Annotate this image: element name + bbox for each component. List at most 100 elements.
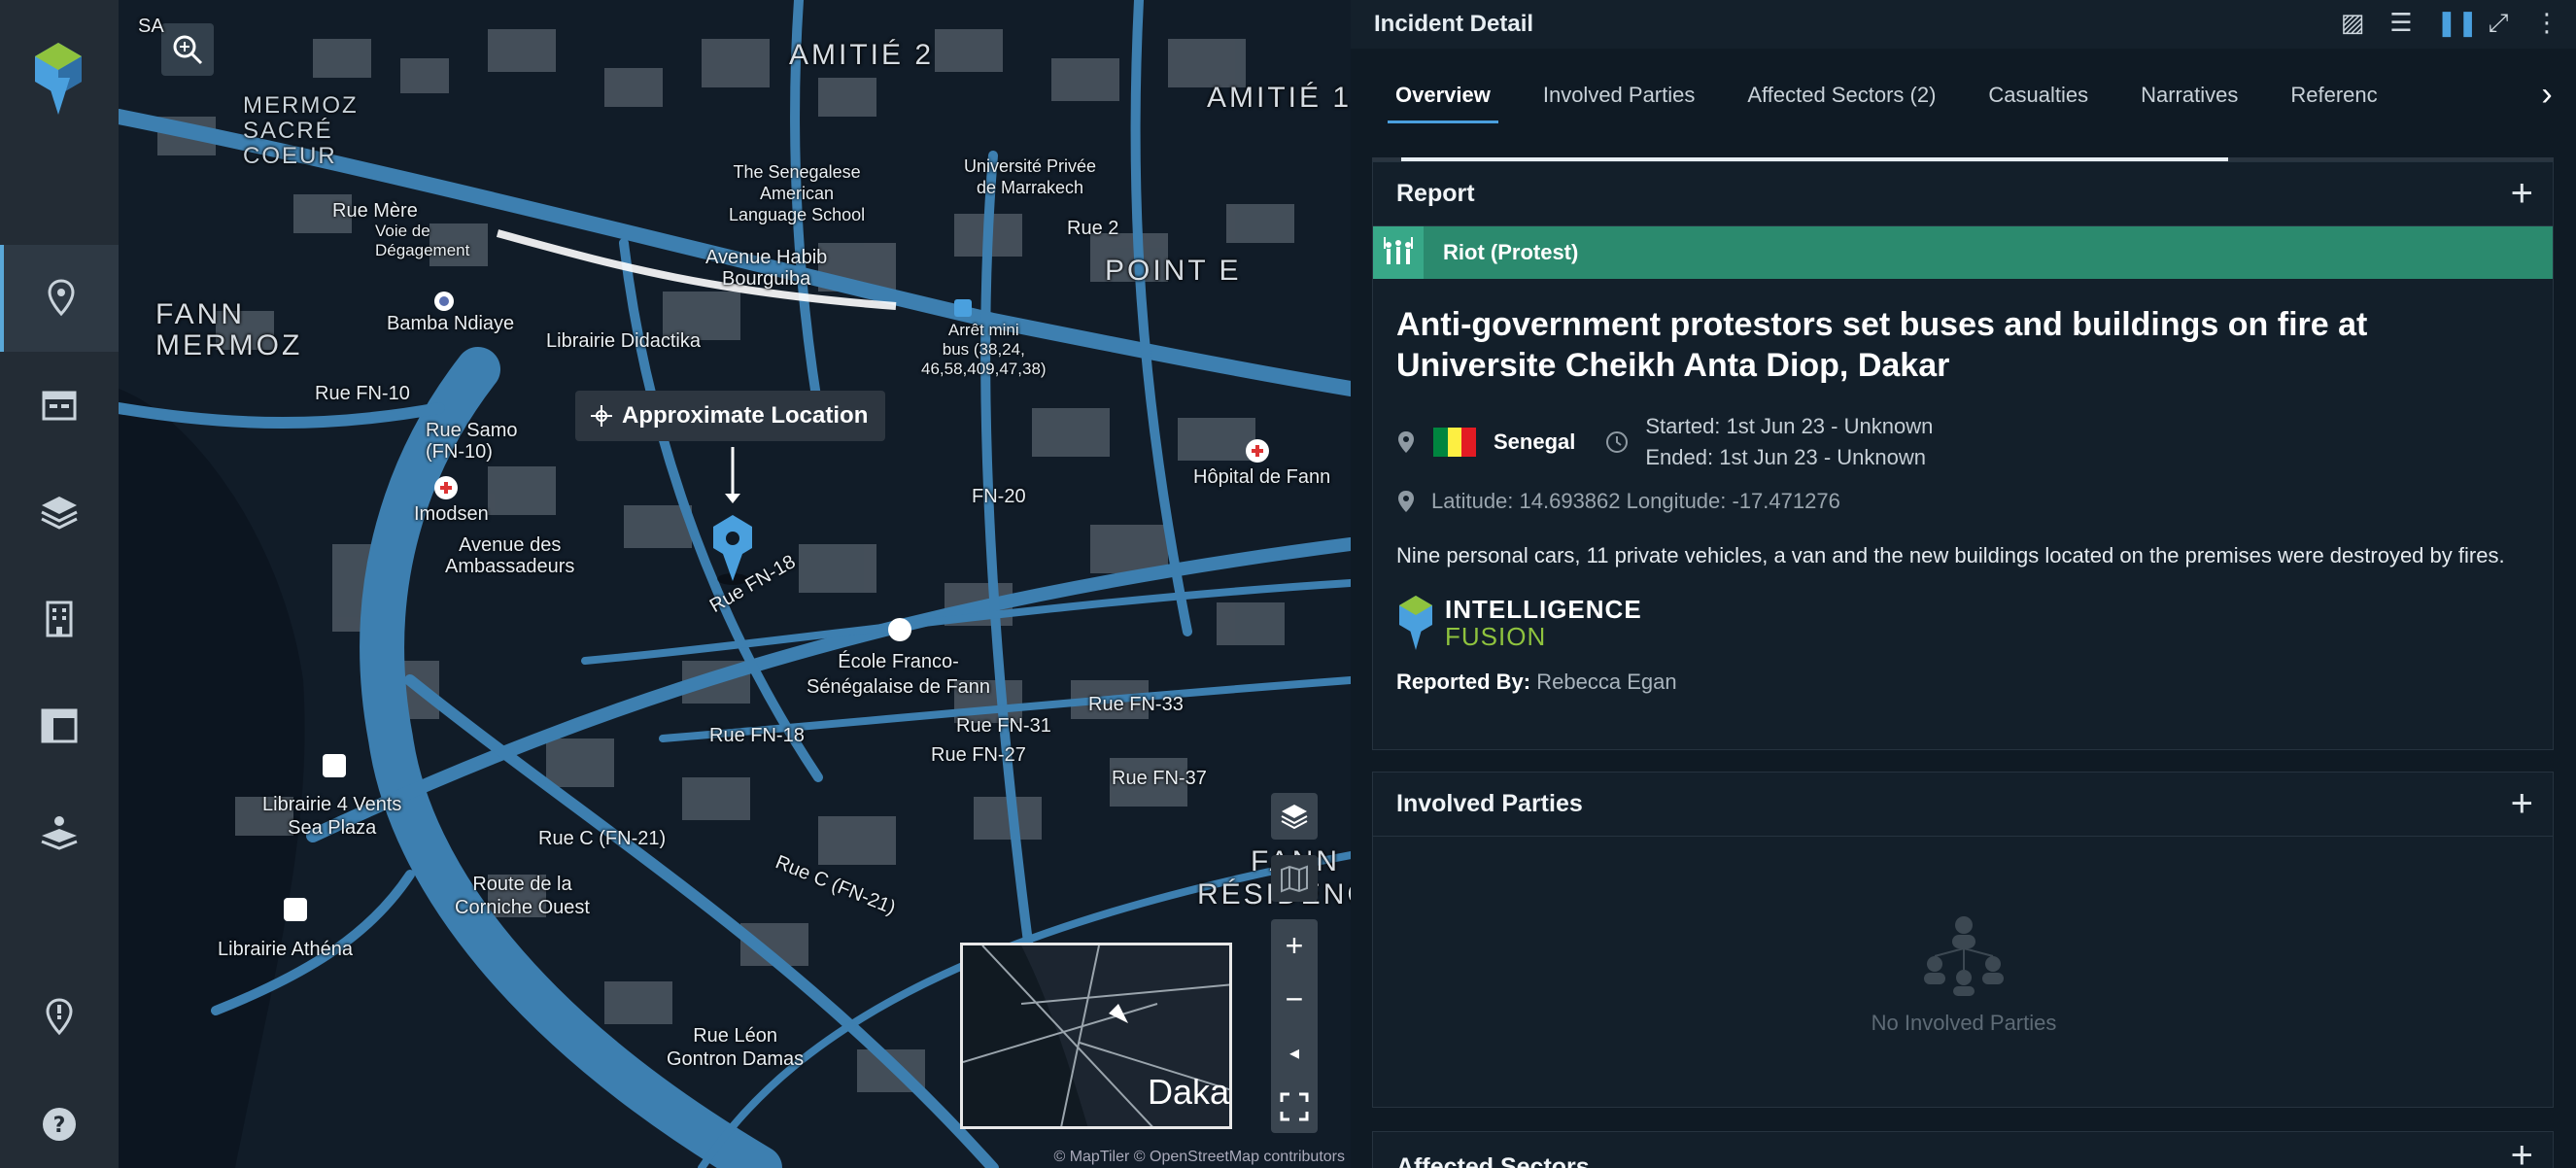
map-label: Université Privée de Marrakech [964, 156, 1097, 197]
protest-icon [1373, 226, 1424, 279]
help-icon: ? [43, 1108, 76, 1141]
chevron-right-icon[interactable]: › [2529, 76, 2564, 115]
map-attribution[interactable]: © MapTiler © OpenStreetMap contributors [1053, 1149, 1345, 1166]
fullscreen-button[interactable] [1271, 1080, 1318, 1133]
intelligence-fusion-logo [1399, 596, 1432, 650]
tab-narratives[interactable]: Narratives [2119, 65, 2259, 125]
network-people-icon [1924, 916, 2004, 996]
map-label: Librairie Didactika [546, 330, 701, 352]
add-report-button[interactable]: + [2511, 172, 2533, 216]
map-view[interactable]: SA MERMOZ SACRÉ COEUR AMITIÉ 2 AMITIÉ 1 … [119, 0, 1351, 1168]
location-pin-icon [1398, 491, 1414, 512]
add-involved-party-button[interactable]: + [2511, 782, 2533, 826]
map-label: Hôpital de Fann [1193, 466, 1331, 488]
ended-date: Ended: 1st Jun 23 - Unknown [1645, 445, 1926, 469]
location-pin-icon [1398, 431, 1414, 453]
map-label: Avenue des Ambassadeurs [445, 534, 575, 577]
map-icon [1281, 865, 1308, 893]
reported-by: Reported By: Rebecca Egan [1396, 670, 2553, 695]
sidebar-item-help[interactable]: ? [0, 1071, 119, 1168]
sidebar-item-alerts[interactable] [0, 964, 119, 1071]
map-label: MERMOZ SACRÉ COEUR [243, 92, 359, 169]
incident-meta: Senegal Started: 1st Jun 23 - Unknown En… [1396, 411, 2553, 473]
stacked-layers-pin-icon [41, 816, 78, 850]
section-title: Report [1396, 180, 1475, 207]
fullscreen-icon [1280, 1092, 1309, 1120]
zoom-out-button[interactable]: − [1271, 973, 1318, 1026]
approximate-location-tooltip: Approximate Location [575, 391, 886, 441]
map-label: The Senegalese American Language School [729, 162, 866, 224]
map-label: Avenue Habib Bourguiba [705, 247, 828, 290]
empty-state-text: No Involved Parties [1871, 1011, 2057, 1035]
reported-by-label: Reported By: [1396, 670, 1531, 694]
involved-parties-header: Involved Parties + [1373, 773, 2553, 837]
source-name-line1: INTELLIGENCE [1445, 595, 1642, 624]
section-title: Involved Parties [1396, 790, 1583, 817]
map-label: Rue 2 [1067, 218, 1119, 239]
sidebar-item-layers[interactable] [0, 459, 119, 566]
tab-bar: Overview Involved Parties Affected Secto… [1351, 60, 2576, 130]
affected-sectors-card: Affected Sectors + [1372, 1131, 2554, 1168]
map-label: Voie de Dégagement [375, 222, 470, 259]
clock-icon [1606, 431, 1629, 453]
compass-button[interactable]: ◂ [1271, 1026, 1318, 1080]
left-sidebar: ? [0, 0, 119, 1168]
empty-state: No Involved Parties [1373, 837, 2555, 1109]
map-label: Rue Léon Gontron Damas [667, 1025, 805, 1070]
tab-overview[interactable]: Overview [1374, 65, 1512, 125]
map-label: Rue FN-31 [956, 715, 1051, 737]
minimap-label: Daka [1147, 1072, 1229, 1112]
senegal-flag-icon [1433, 428, 1477, 457]
svg-text:?: ? [53, 1114, 66, 1138]
sidebar-item-dashboard[interactable] [0, 672, 119, 779]
more-icon[interactable]: ⋮ [2533, 10, 2560, 35]
source-name-line2: FUSION [1445, 622, 1547, 651]
minimap[interactable]: Daka [960, 943, 1232, 1129]
sidebar-item-stacked-layers[interactable] [0, 779, 119, 886]
columns-icon[interactable]: ❚❚ [2436, 10, 2479, 35]
calendar-icon [42, 391, 77, 421]
rows-icon[interactable]: ☰ [2387, 10, 2415, 35]
zoom-in-button[interactable]: + [1271, 919, 1318, 973]
tab-casualties[interactable]: Casualties [1967, 65, 2110, 125]
map-label: POINT E [1105, 255, 1242, 287]
map-search-button[interactable] [161, 23, 214, 76]
map-label: FANN MERMOZ [155, 298, 303, 361]
map-label: SA [138, 16, 164, 37]
coordinates-row: Latitude: 14.693862 Longitude: -17.47127… [1396, 489, 2553, 514]
involved-parties-card: Involved Parties + No Involved Parties [1372, 772, 2554, 1108]
incident-detail-panel: Incident Detail ▨ ☰ ❚❚ ⤢ ⋮ Overview Invo… [1351, 0, 2576, 1168]
report-section-header: Report + [1373, 162, 2553, 226]
country-name: Senegal [1494, 429, 1576, 454]
tooltip-text: Approximate Location [622, 402, 869, 429]
map-label: Rue FN-10 [315, 383, 410, 404]
affected-sectors-header: Affected Sectors + [1373, 1132, 2553, 1168]
incident-description: Nine personal cars, 11 private vehicles,… [1396, 543, 2505, 567]
map-style-button[interactable] [1271, 855, 1318, 902]
map-label: Rue FN-27 [931, 744, 1026, 766]
coordinates: Latitude: 14.693862 Longitude: -17.47127… [1431, 489, 1840, 513]
image-icon[interactable]: ▨ [2339, 10, 2366, 35]
intelligence-fusion-logo[interactable] [29, 39, 87, 117]
map-label: Rue Samo (FN-10) [426, 420, 518, 463]
map-label: Rue C (FN-21) [538, 828, 667, 849]
started-date: Started: 1st Jun 23 - Unknown [1645, 414, 1934, 438]
sidebar-item-buildings[interactable] [0, 566, 119, 672]
expand-icon[interactable]: ⤢ [2485, 10, 2512, 35]
tab-references[interactable]: Referenc [2269, 65, 2398, 125]
tab-affected-sectors[interactable]: Affected Sectors (2) [1726, 65, 1957, 125]
tab-involved-parties[interactable]: Involved Parties [1522, 65, 1717, 125]
map-label: Librairie Athéna [218, 939, 353, 960]
sidebar-item-calendar[interactable] [0, 352, 119, 459]
category-label: Riot (Protest) [1443, 240, 1579, 264]
sidebar-item-map[interactable] [0, 245, 119, 352]
map-label: AMITIÉ 1 [1207, 82, 1351, 114]
section-title: Affected Sectors [1396, 1153, 1590, 1168]
dashboard-icon [41, 708, 78, 743]
building-icon [46, 601, 73, 637]
map-layers-button[interactable] [1271, 793, 1318, 840]
map-label: FN-20 [972, 486, 1026, 507]
layers-icon [41, 497, 78, 530]
alert-pin-icon [46, 998, 73, 1036]
add-affected-sector-button[interactable]: + [2511, 1134, 2533, 1168]
